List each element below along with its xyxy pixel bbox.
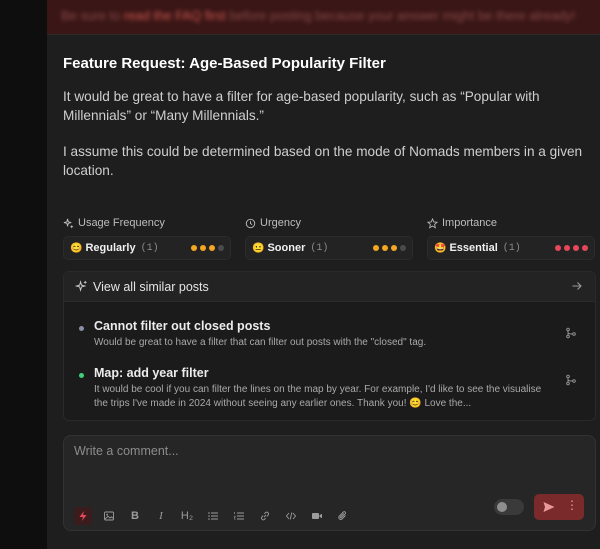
level-dot [209,245,215,251]
urgency-label: Urgency [245,217,301,229]
usage-frequency-label: Usage Frequency [63,217,165,229]
merge-icon[interactable] [565,374,577,386]
bullet-list-button[interactable] [204,507,222,525]
level-dots [373,245,406,251]
post-body: It would be great to have a filter for a… [63,87,583,197]
level-dot [573,245,579,251]
similar-post-title: Map: add year filter [94,366,209,380]
sparkle-icon [63,218,74,228]
star-icon [427,217,438,229]
eye-icon [497,502,507,512]
similar-posts-card: View all similar posts Cannot filter out… [63,271,596,421]
level-dot [218,245,224,251]
urgency-pill[interactable]: 😐 Sooner (1) [245,236,413,260]
faq-banner-text: Be sure to read the FAQ first before pos… [61,8,576,23]
more-options-icon[interactable]: ⋮ [566,498,578,512]
level-dot [200,245,206,251]
attachment-button[interactable] [334,507,352,525]
heading-button[interactable]: H₂ [178,507,196,525]
visibility-toggle[interactable] [494,499,524,515]
importance-count: (1) [502,242,521,254]
level-dots [555,245,588,251]
post-paragraph: It would be great to have a filter for a… [63,89,540,123]
level-dot [373,245,379,251]
similar-post-title: Cannot filter out closed posts [94,319,271,333]
neutral-emoji-icon: 😐 [252,242,265,254]
faq-banner: Be sure to read the FAQ first before pos… [47,0,600,34]
importance-label: Importance [427,217,497,229]
ai-lightning-button[interactable] [74,507,92,525]
paperclip-icon [338,511,346,520]
sparkles-icon [75,280,87,292]
numbered-list-button[interactable] [230,507,248,525]
level-dot [564,245,570,251]
similar-post-desc: Would be great to have a filter that can… [94,337,427,348]
send-icon [543,502,555,512]
view-similar-posts-header[interactable]: View all similar posts [64,272,595,302]
urgency-count: (1) [310,242,329,254]
post-title: Feature Request: Age-Based Popularity Fi… [63,55,386,72]
video-button[interactable] [308,507,326,525]
level-dot [191,245,197,251]
arrow-right-icon [572,282,582,290]
level-dots [191,245,224,251]
usage-frequency-value: Regularly [85,242,136,254]
urgency-value: Sooner [267,242,306,254]
italic-button[interactable]: I [152,507,170,525]
view-similar-posts-label: View all similar posts [93,280,209,294]
clock-icon [245,218,256,228]
similar-post-desc: It would be cool if you can filter the l… [94,384,542,409]
code-icon [285,512,297,520]
faq-link[interactable]: read the FAQ first [124,8,226,23]
usage-frequency-pill[interactable]: 😊 Regularly (1) [63,236,231,260]
submit-comment-button[interactable]: ⋮ [534,494,584,520]
video-camera-icon [312,513,322,519]
bold-button[interactable]: B [126,507,144,525]
post-panel: Feature Request: Age-Based Popularity Fi… [47,34,600,549]
usage-frequency-count: (1) [140,242,159,254]
comment-box: B I H₂ ⋮ [63,435,596,531]
left-rail [0,0,47,549]
importance-pill[interactable]: 🤩 Essential (1) [427,236,595,260]
code-button[interactable] [282,507,300,525]
comment-input[interactable] [74,444,494,484]
link-icon [261,511,269,521]
importance-value: Essential [449,242,498,254]
link-button[interactable] [256,507,274,525]
star-struck-emoji-icon: 🤩 [434,242,447,254]
image-button[interactable] [100,507,118,525]
level-dot [555,245,561,251]
smile-emoji-icon: 😊 [70,242,83,254]
post-paragraph: I assume this could be determined based … [63,144,583,178]
bullet-list-icon [208,512,218,520]
merge-icon[interactable] [565,327,577,339]
status-dot [79,373,84,378]
status-dot [79,326,84,331]
level-dot [382,245,388,251]
numbered-list-icon [233,512,244,520]
level-dot [400,245,406,251]
lightning-icon [79,511,87,521]
level-dot [391,245,397,251]
image-icon [104,511,114,521]
level-dot [582,245,588,251]
